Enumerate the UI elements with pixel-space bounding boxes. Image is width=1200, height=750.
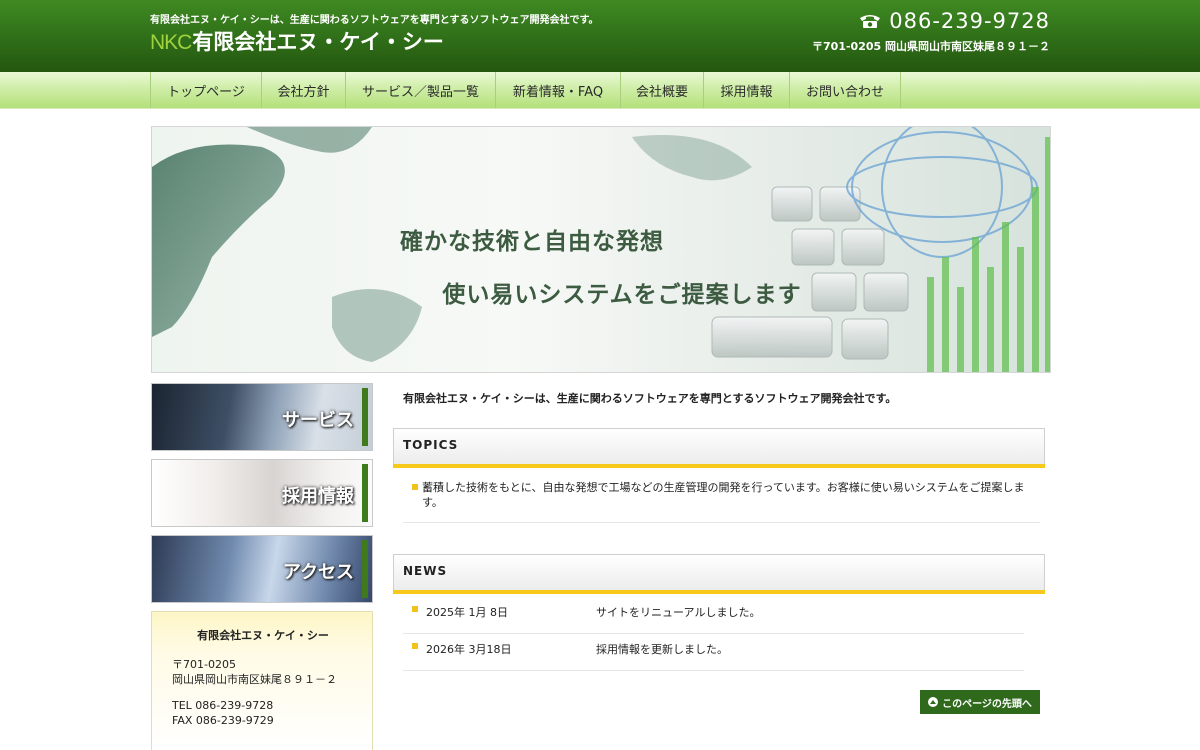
topic-text: 蓄積した技術をもとに、自由な発想で工場などの生産管理の開発を行っています。お客様… — [422, 481, 1025, 509]
intro-text: 有限会社エヌ・ケイ・シーは、生産に関わるソフトウェアを専門とするソフトウェア開発… — [403, 392, 897, 405]
news-date: 2026年 3月18日 — [426, 643, 512, 656]
nav-item-news-faq[interactable]: 新着情報・FAQ — [496, 72, 621, 108]
banner-accent-bar — [362, 540, 368, 598]
news-text: 採用情報を更新しました。 — [596, 643, 728, 656]
phone-number: 086-239-9728 — [889, 9, 1050, 33]
banner-accent-bar — [362, 388, 368, 446]
topic-item: 蓄積した技術をもとに、自由な発想で工場などの生産管理の開発を行っています。お客様… — [403, 478, 1040, 523]
page-top-button[interactable]: このページの先頭へ — [920, 690, 1040, 714]
news-date: 2025年 1月 8日 — [426, 606, 508, 619]
company-box-tel: TEL 086-239-9728 — [172, 699, 274, 712]
heading-underline — [393, 590, 1045, 594]
logo-mark: NKC — [150, 31, 192, 54]
company-box-address: 岡山県岡山市南区妹尾８９１－２ — [172, 673, 337, 686]
news-row: 2025年 1月 8日 サイトをリニューアルしました。 — [403, 597, 1024, 634]
banner-accent-bar — [362, 464, 368, 522]
nav-item-contact[interactable]: お問い合わせ — [790, 72, 901, 108]
hero-catch-line-2: 使い易いシステムをご提案します — [442, 282, 802, 308]
nav-item-about[interactable]: 会社概要 — [621, 72, 704, 108]
site-logo[interactable]: NKC 有限会社エヌ・ケイ・シー — [150, 26, 444, 54]
company-box-postal: 〒701-0205 — [172, 658, 236, 671]
bullet-icon — [412, 606, 418, 612]
heading-underline — [393, 464, 1045, 468]
banner-recruit[interactable]: 採用情報 — [151, 459, 373, 527]
nav-item-policy[interactable]: 会社方針 — [262, 72, 346, 108]
news-title: NEWS — [403, 564, 448, 578]
banner-service-label: サービス — [282, 410, 354, 431]
news-text: サイトをリニューアルしました。 — [596, 606, 761, 619]
company-info-box: 有限会社エヌ・ケイ・シー 〒701-0205 岡山県岡山市南区妹尾８９１－２ T… — [151, 611, 373, 750]
site-header: 有限会社エヌ・ケイ・シーは、生産に関わるソフトウェアを専門とするソフトウェア開発… — [0, 0, 1200, 72]
header-description: 有限会社エヌ・ケイ・シーは、生産に関わるソフトウェアを専門とするソフトウェア開発… — [150, 15, 599, 26]
arrow-up-icon — [928, 697, 939, 707]
logo-company-name: 有限会社エヌ・ケイ・シー — [192, 30, 444, 54]
topics-heading: TOPICS — [393, 428, 1045, 468]
news-row: 2026年 3月18日 採用情報を更新しました。 — [403, 634, 1024, 671]
nav-item-recruit[interactable]: 採用情報 — [704, 72, 790, 108]
topics-title: TOPICS — [403, 438, 459, 452]
banner-access[interactable]: アクセス — [151, 535, 373, 603]
hero-catch-line-1: 確かな技術と自由な発想 — [400, 229, 664, 255]
header-address: 〒701-0205 岡山県岡山市南区妹尾８９１－２ — [812, 40, 1050, 53]
page-top-label: このページの先頭へ — [942, 698, 1032, 710]
company-box-name: 有限会社エヌ・ケイ・シー — [197, 629, 329, 642]
banner-recruit-label: 採用情報 — [282, 486, 354, 507]
company-box-fax: FAX 086-239-9729 — [172, 714, 274, 727]
nav-item-services[interactable]: サービス／製品一覧 — [346, 72, 496, 108]
nav-item-top[interactable]: トップページ — [151, 72, 262, 108]
news-heading: NEWS — [393, 554, 1045, 594]
header-phone: 086-239-9728 — [859, 9, 1050, 33]
global-nav: トップページ 会社方針 サービス／製品一覧 新着情報・FAQ 会社概要 採用情報… — [0, 72, 1200, 109]
telephone-icon — [860, 15, 881, 28]
hero-banner: 確かな技術と自由な発想 使い易いシステムをご提案します — [151, 126, 1051, 373]
banner-access-label: アクセス — [282, 562, 354, 583]
banner-service[interactable]: サービス — [151, 383, 373, 451]
bullet-icon — [412, 484, 418, 490]
bullet-icon — [412, 643, 418, 649]
